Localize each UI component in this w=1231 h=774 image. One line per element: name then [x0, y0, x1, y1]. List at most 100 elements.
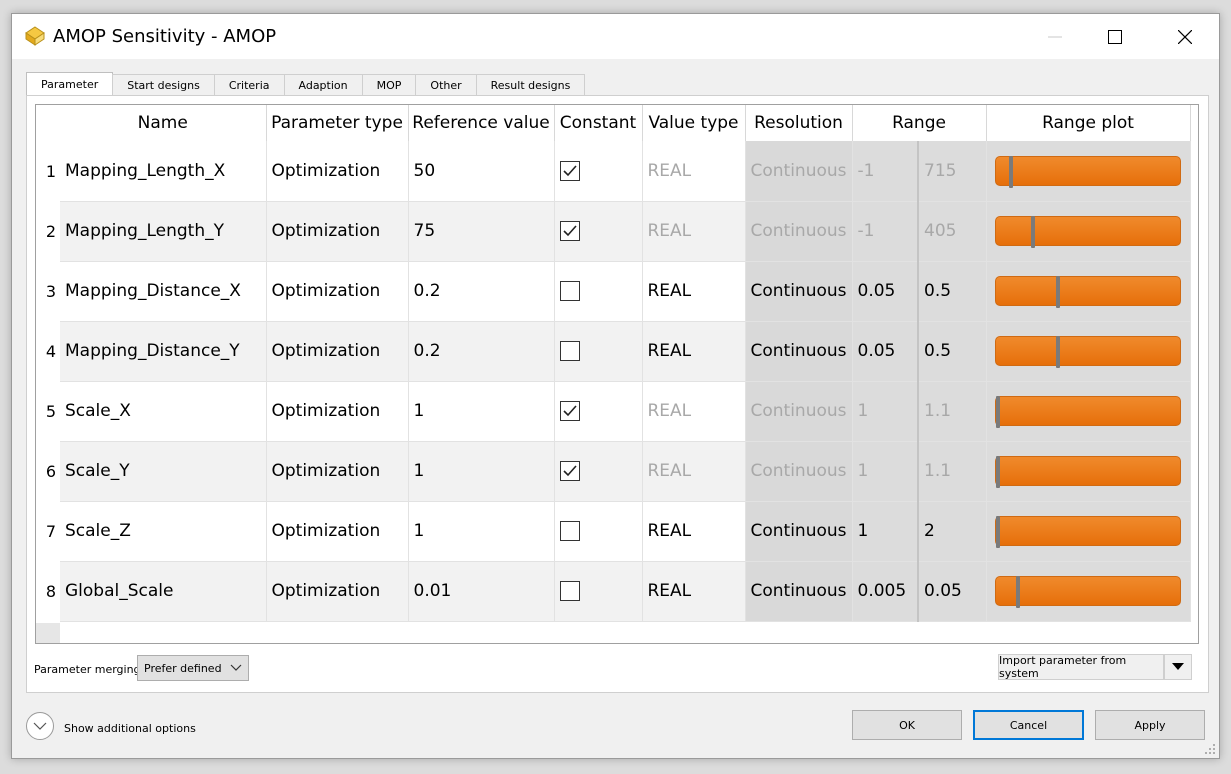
tab-mop[interactable]: MOP — [361, 74, 417, 96]
range-plot-bar[interactable] — [994, 456, 1181, 488]
range-plot-marker[interactable] — [995, 396, 1000, 428]
cell-reference-value[interactable]: 0.01 — [408, 561, 555, 622]
maximize-button[interactable] — [1092, 14, 1138, 59]
cell-constant[interactable] — [554, 381, 643, 442]
range-plot-bar[interactable] — [994, 576, 1181, 608]
show-options-label[interactable]: Show additional options — [64, 722, 196, 735]
cell-constant[interactable] — [554, 201, 643, 262]
col-header-value-type[interactable]: Value type — [642, 105, 746, 141]
constant-checkbox[interactable] — [559, 281, 580, 301]
cell-parameter-type[interactable]: Optimization — [266, 501, 409, 562]
range-plot-bar[interactable] — [994, 155, 1181, 188]
cell-name[interactable]: Mapping_Distance_Y — [60, 321, 267, 382]
cell-range-max[interactable]: 2 — [918, 501, 987, 562]
cell-value-type[interactable]: REAL — [642, 441, 746, 502]
cell-range-max[interactable]: 715 — [918, 141, 987, 202]
cell-range-plot[interactable] — [986, 141, 1191, 202]
table-row[interactable]: 2 Mapping_Length_Y Optimization 75 REAL Conti… — [36, 201, 1191, 262]
tab-criteria[interactable]: Criteria — [213, 74, 285, 96]
cell-parameter-type[interactable]: Optimization — [266, 321, 409, 382]
constant-checkbox[interactable] — [559, 581, 580, 601]
cell-value-type[interactable]: REAL — [642, 501, 746, 562]
tab-result-designs[interactable]: Result designs — [475, 74, 586, 96]
cell-range-min[interactable]: 1 — [852, 441, 920, 502]
cell-resolution[interactable]: Continuous — [745, 201, 853, 262]
show-options-toggle[interactable] — [26, 712, 54, 740]
cell-range-min[interactable]: 0.05 — [852, 261, 920, 322]
cell-name[interactable]: Mapping_Distance_X — [60, 261, 267, 322]
col-header-reference-value[interactable]: Reference value — [408, 105, 555, 141]
cell-reference-value[interactable]: 75 — [408, 201, 555, 262]
col-header-range[interactable]: Range — [852, 105, 987, 141]
cell-constant[interactable] — [554, 261, 643, 322]
cell-value-type[interactable]: REAL — [642, 381, 746, 442]
cell-reference-value[interactable]: 1 — [408, 381, 555, 442]
cell-value-type[interactable]: REAL — [642, 201, 746, 262]
table-row[interactable]: 5 Scale_X Optimization 1 REAL Continuous 1 1.1 — [36, 381, 1191, 442]
cell-range-plot[interactable] — [986, 381, 1191, 442]
cell-value-type[interactable]: REAL — [642, 321, 746, 382]
minimize-button[interactable] — [1032, 14, 1078, 59]
cell-parameter-type[interactable]: Optimization — [266, 141, 409, 202]
range-plot-marker[interactable] — [1030, 216, 1035, 248]
cell-range-plot[interactable] — [986, 201, 1191, 262]
col-header-name[interactable]: Name — [60, 105, 267, 141]
table-row[interactable]: 3 Mapping_Distance_X Optimization 0.2 REAL Co… — [36, 261, 1191, 322]
range-plot-marker[interactable] — [1055, 336, 1060, 368]
cancel-button[interactable]: Cancel — [973, 710, 1084, 740]
close-button[interactable] — [1162, 14, 1208, 59]
tab-parameter[interactable]: Parameter — [26, 72, 114, 96]
cell-range-min[interactable]: 1 — [852, 501, 920, 562]
cell-reference-value[interactable]: 1 — [408, 441, 555, 502]
cell-range-min[interactable]: -1 — [852, 201, 920, 262]
range-plot-bar[interactable] — [994, 276, 1181, 308]
range-plot-bar[interactable] — [994, 216, 1181, 248]
cell-resolution[interactable]: Continuous — [745, 381, 853, 442]
cell-constant[interactable] — [554, 561, 643, 622]
table-row[interactable]: 1 Mapping_Length_X Optimization 50 REAL Conti… — [36, 141, 1191, 202]
apply-button[interactable]: Apply — [1095, 710, 1205, 740]
range-plot-marker[interactable] — [995, 516, 1000, 548]
cell-constant[interactable] — [554, 141, 643, 202]
table-row[interactable]: 8 Global_Scale Optimization 0.01 REAL Continu… — [36, 561, 1191, 622]
range-plot-marker[interactable] — [1015, 576, 1020, 608]
cell-reference-value[interactable]: 50 — [408, 141, 555, 202]
constant-checkbox[interactable] — [559, 341, 580, 361]
cell-range-max[interactable]: 1.1 — [918, 441, 987, 502]
cell-range-plot[interactable] — [986, 321, 1191, 382]
tab-start-designs[interactable]: Start designs — [112, 74, 215, 96]
cell-reference-value[interactable]: 0.2 — [408, 261, 555, 322]
constant-checkbox[interactable] — [559, 401, 580, 421]
tab-other[interactable]: Other — [415, 74, 477, 96]
constant-checkbox[interactable] — [559, 461, 580, 481]
cell-name[interactable]: Scale_Y — [60, 441, 267, 502]
cell-parameter-type[interactable]: Optimization — [266, 441, 409, 502]
col-header-resolution[interactable]: Resolution — [745, 105, 853, 141]
cell-range-plot[interactable] — [986, 561, 1191, 622]
range-plot-marker[interactable] — [995, 456, 1000, 488]
cell-value-type[interactable]: REAL — [642, 141, 746, 202]
cell-range-plot[interactable] — [986, 441, 1191, 502]
range-plot-bar[interactable] — [994, 516, 1181, 548]
cell-parameter-type[interactable]: Optimization — [266, 261, 409, 322]
cell-resolution[interactable]: Continuous — [745, 141, 853, 202]
cell-parameter-type[interactable]: Optimization — [266, 201, 409, 262]
cell-range-plot[interactable] — [986, 261, 1191, 322]
cell-name[interactable]: Mapping_Length_X — [60, 141, 267, 202]
resize-grip-icon[interactable] — [1204, 743, 1216, 755]
cell-range-max[interactable]: 0.5 — [918, 321, 987, 382]
table-row[interactable]: 4 Mapping_Distance_Y Optimization 0.2 REAL Co… — [36, 321, 1191, 382]
constant-checkbox[interactable] — [559, 221, 580, 241]
cell-range-plot[interactable] — [986, 501, 1191, 562]
col-header-parameter-type[interactable]: Parameter type — [266, 105, 409, 141]
table-row[interactable]: 6 Scale_Y Optimization 1 REAL Continuous 1 1.1 — [36, 441, 1191, 502]
cell-value-type[interactable]: REAL — [642, 561, 746, 622]
range-plot-marker[interactable] — [1055, 276, 1060, 308]
parameter-merging-select[interactable]: Prefer defined — [137, 655, 249, 681]
range-plot-bar[interactable] — [994, 336, 1181, 368]
table-row[interactable]: 7 Scale_Z Optimization 1 REAL Continuous 1 2 — [36, 501, 1191, 562]
cell-resolution[interactable]: Continuous — [745, 321, 853, 382]
import-parameter-button[interactable]: Import parameter from system — [998, 654, 1164, 680]
col-header-constant[interactable]: Constant — [554, 105, 643, 141]
cell-range-min[interactable]: 0.005 — [852, 561, 920, 622]
